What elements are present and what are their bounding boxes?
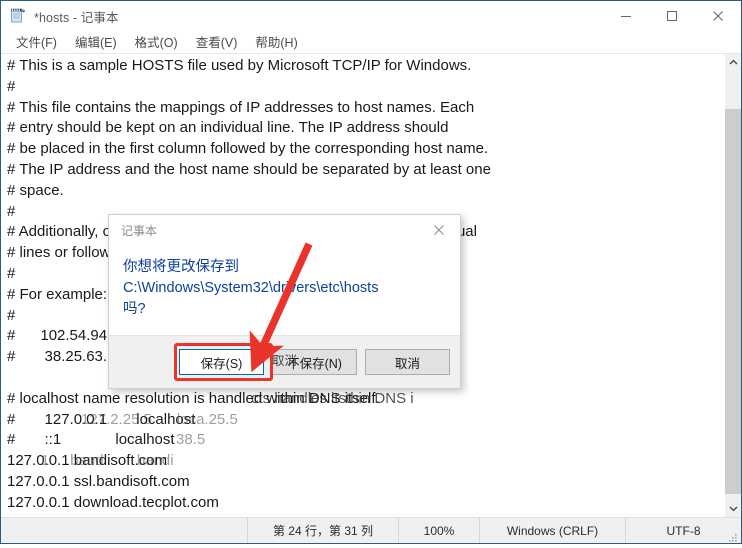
dialog-button-row: 保存(S) 不保存(N) 取消 取消	[109, 335, 460, 388]
text-line: # be placed in the first column followed…	[7, 140, 489, 158]
text-line: # For example:	[7, 285, 108, 303]
text-line: #	[7, 202, 16, 220]
scrollbar-thumb[interactable]	[725, 109, 741, 494]
text-line: #	[7, 265, 16, 282]
status-encoding: UTF-8	[625, 518, 741, 543]
text-line: #	[7, 77, 16, 95]
dialog-title-bar[interactable]: 记事本	[109, 215, 460, 245]
text-line: # space.	[7, 181, 64, 199]
text-line: # This is a sample HOSTS file used by Mi…	[7, 57, 472, 74]
chevron-down-icon[interactable]	[725, 500, 741, 517]
repaint-artifact: 127.2.25.5 loca.25.5	[81, 410, 238, 428]
text-line: # ::1 localhost	[7, 431, 175, 449]
maximize-button[interactable]	[649, 1, 695, 31]
text-line: # entry should be kept on an individual …	[7, 119, 449, 137]
repaint-artifact: 38.5	[176, 431, 206, 449]
save-confirmation-dialog: 记事本 你想将更改保存到 C:\Windows\System32\drivers…	[108, 214, 461, 389]
status-line-ending: Windows (CRLF)	[479, 518, 625, 543]
dialog-title: 记事本	[121, 223, 158, 238]
menu-item-format[interactable]: 格式(O)	[126, 30, 187, 54]
cancel-button[interactable]: 取消	[365, 349, 450, 375]
text-line: #	[7, 306, 16, 324]
repaint-artifact: 取消	[272, 354, 298, 368]
dialog-message: 你想将更改保存到 C:\Windows\System32\drivers\etc…	[123, 259, 379, 317]
menu-item-edit[interactable]: 编辑(E)	[66, 30, 126, 54]
window-controls	[603, 1, 741, 31]
dialog-body: 你想将更改保存到 C:\Windows\System32\drivers\etc…	[109, 245, 460, 335]
save-button[interactable]: 保存(S)	[179, 349, 264, 375]
status-cursor-position: 第 24 行，第 31 列	[247, 518, 398, 543]
minimize-button[interactable]	[603, 1, 649, 31]
close-button[interactable]	[695, 1, 741, 31]
menu-item-file[interactable]: 文件(F)	[7, 30, 66, 54]
text-line: # The IP address and the host name shoul…	[7, 161, 491, 178]
dialog-close-button[interactable]	[418, 215, 460, 245]
notepad-icon	[10, 8, 26, 24]
text-line: # This file contains the mappings of IP …	[7, 98, 475, 116]
title-bar[interactable]: *hosts - 记事本	[1, 1, 741, 31]
text-line: 127.0.0.1 ssl.bandisoft.com	[7, 473, 190, 490]
status-spacer	[1, 518, 247, 543]
window-title: *hosts - 记事本	[34, 10, 119, 25]
menu-item-view[interactable]: 查看(V)	[187, 30, 247, 54]
status-bar: 第 24 行，第 31 列 100% Windows (CRLF) UTF-8	[1, 517, 741, 543]
notepad-window: *hosts - 记事本 文件(F) 编辑(E) 格式(O) 查看(V) 帮助(…	[0, 0, 742, 544]
vertical-scrollbar[interactable]	[724, 54, 741, 517]
menu-bar: 文件(F) 编辑(E) 格式(O) 查看(V) 帮助(H)	[1, 31, 741, 53]
chevron-up-icon[interactable]	[725, 54, 741, 71]
menu-item-help[interactable]: 帮助(H)	[246, 30, 306, 54]
repaint-artifact: 1 band bandi	[41, 452, 174, 470]
text-line: 127.0.0.1 download.tecplot.com	[7, 493, 219, 511]
repaint-artifact: cts handles itsthin DNS i	[251, 389, 414, 407]
status-zoom-level: 100%	[398, 518, 479, 543]
resize-grip-icon[interactable]	[728, 530, 738, 542]
